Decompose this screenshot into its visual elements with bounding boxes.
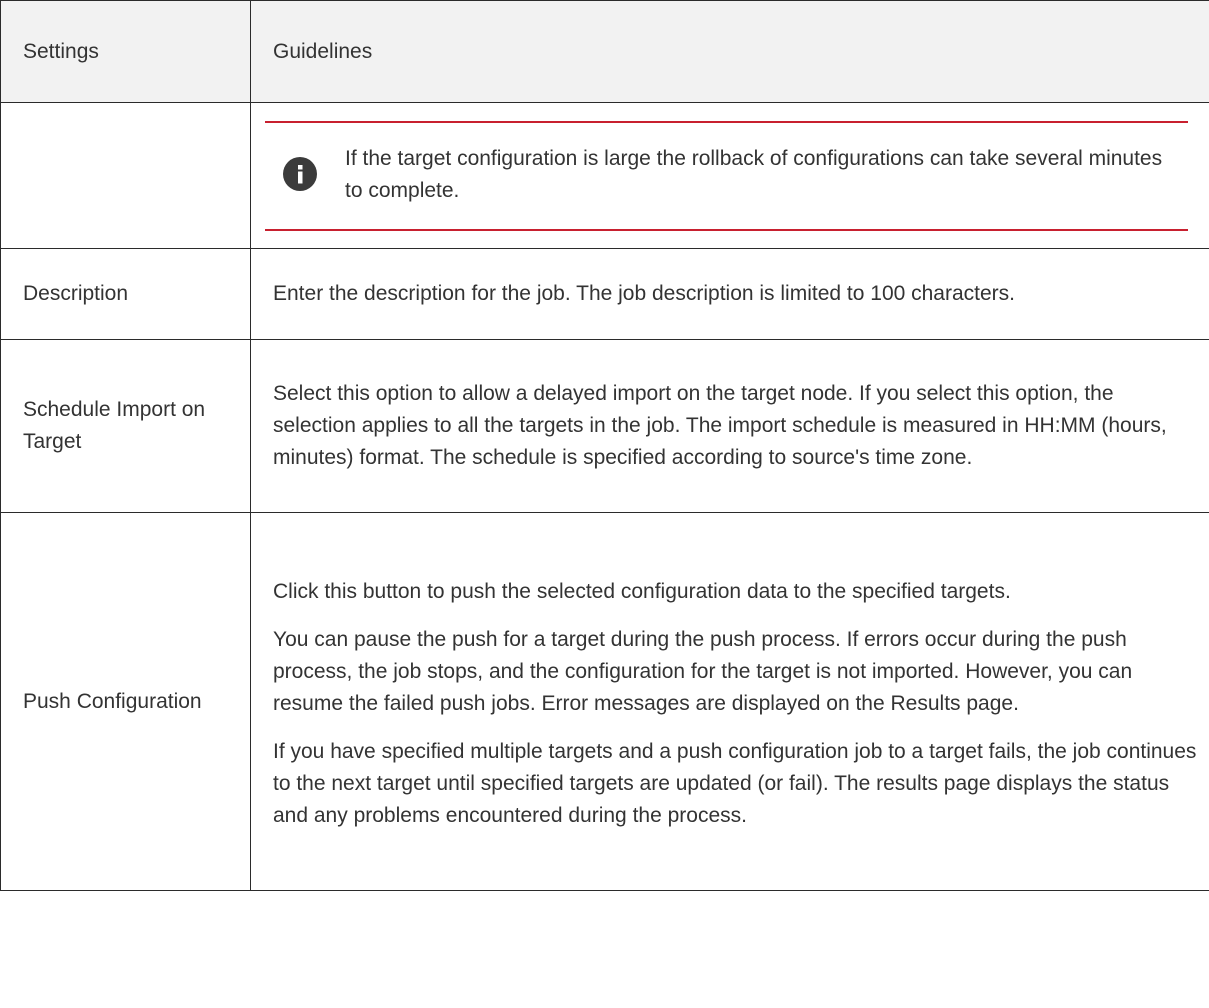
- empty-setting-cell: [0, 102, 251, 249]
- guideline-cell: Select this option to allow a delayed im…: [250, 339, 1209, 513]
- info-icon: [283, 156, 317, 191]
- table-row-push-configuration: Push Configuration Click this button to …: [0, 512, 1209, 891]
- guideline-cell: Click this button to push the selected c…: [250, 512, 1209, 891]
- table-row-note: If the target configuration is large the…: [0, 102, 1209, 249]
- guideline-text: Enter the description for the job. The j…: [273, 282, 1016, 305]
- settings-column-header: Settings: [0, 0, 251, 103]
- guideline-text: If you have specified multiple targets a…: [273, 739, 1197, 827]
- note-text: If the target configuration is large the…: [345, 146, 1163, 202]
- table-row-schedule-import: Schedule Import on Target Select this op…: [0, 339, 1209, 513]
- note-cell: If the target configuration is large the…: [250, 102, 1209, 249]
- guideline-cell: Enter the description for the job. The j…: [250, 248, 1209, 340]
- setting-name: Description: [0, 248, 251, 340]
- guideline-text: Click this button to push the selected c…: [273, 579, 1011, 603]
- setting-name: Push Configuration: [0, 512, 251, 891]
- note-callout: If the target configuration is large the…: [265, 120, 1188, 231]
- guidelines-column-header: Guidelines: [250, 0, 1209, 103]
- guideline-text: You can pause the push for a target duri…: [273, 627, 1133, 715]
- guideline-text: Select this option to allow a delayed im…: [273, 382, 1167, 469]
- table-row-description: Description Enter the description for th…: [0, 248, 1209, 340]
- settings-table: Settings Guidelines If the target config…: [0, 0, 1209, 891]
- table-header-row: Settings Guidelines: [0, 0, 1209, 103]
- setting-name: Schedule Import on Target: [0, 339, 251, 513]
